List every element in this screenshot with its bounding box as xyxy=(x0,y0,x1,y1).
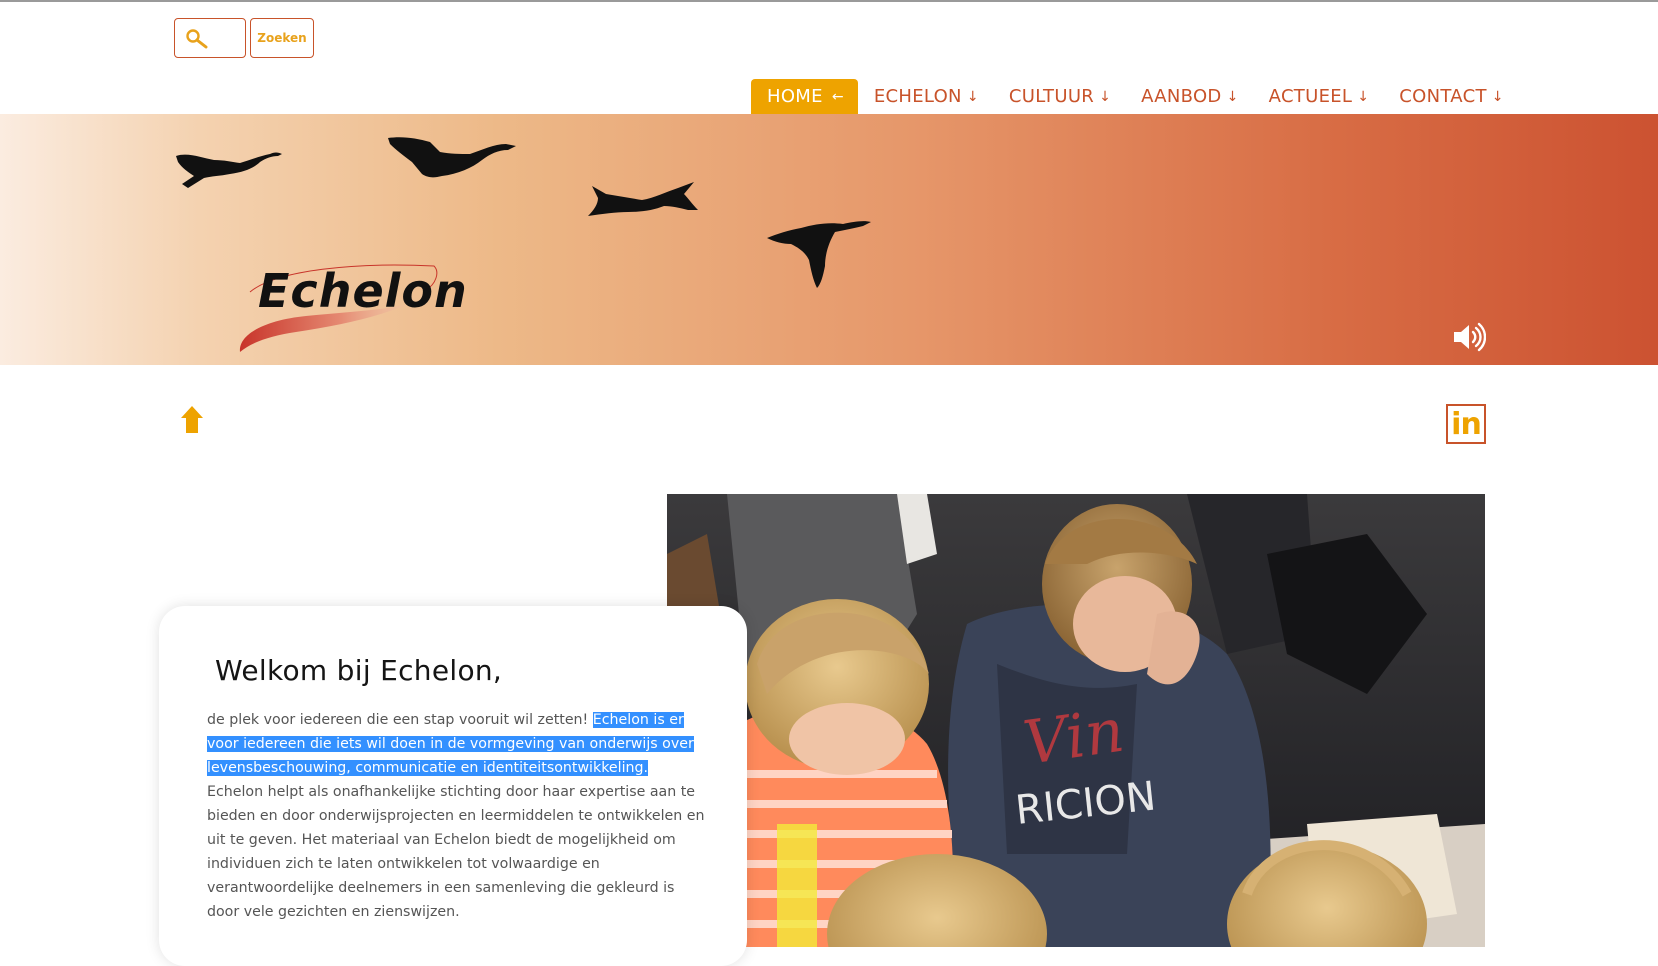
home-icon[interactable] xyxy=(180,405,204,435)
welcome-text-rest: Echelon helpt als onafhankelijke stichti… xyxy=(207,784,705,920)
welcome-title: Welkom bij Echelon, xyxy=(215,654,503,687)
nav-item-contact[interactable]: CONTACT ↓ xyxy=(1383,79,1518,114)
nav-item-label: AANBOD xyxy=(1141,86,1222,107)
welcome-card: Welkom bij Echelon, de plek voor iederee… xyxy=(159,606,747,966)
header-banner: Echelon xyxy=(0,114,1658,365)
arrow-down-icon: ↓ xyxy=(1226,88,1239,105)
search-icon xyxy=(186,29,208,49)
nav-item-home[interactable]: HOME ← xyxy=(751,79,858,114)
goose-icon xyxy=(176,152,282,188)
children-photo: Vin RICION xyxy=(667,494,1485,947)
nav-item-actueel[interactable]: ACTUEEL ↓ xyxy=(1253,79,1384,114)
arrow-down-icon: ↓ xyxy=(1099,88,1112,105)
nav-item-label: ECHELON xyxy=(873,86,962,107)
goose-icon xyxy=(388,137,516,178)
logo-text: Echelon xyxy=(258,264,468,318)
search-button[interactable]: Zoeken xyxy=(250,18,314,58)
linkedin-icon[interactable]: in xyxy=(1446,404,1486,444)
welcome-text: de plek voor iedereen die een stap vooru… xyxy=(207,708,707,924)
linkedin-label: in xyxy=(1451,407,1482,442)
arrow-down-icon: ↓ xyxy=(1491,88,1504,105)
main-nav: HOME ← ECHELON ↓ CULTUUR ↓ AANBOD ↓ ACTU… xyxy=(751,79,1518,114)
welcome-text-intro: de plek voor iedereen die een stap vooru… xyxy=(207,712,593,728)
arrow-left-icon: ← xyxy=(831,88,844,105)
nav-item-aanbod[interactable]: AANBOD ↓ xyxy=(1125,79,1253,114)
arrow-down-icon: ↓ xyxy=(966,88,979,105)
speaker-icon[interactable] xyxy=(1452,322,1486,352)
hero-photo: Vin RICION xyxy=(667,494,1485,947)
arrow-down-icon: ↓ xyxy=(1357,88,1370,105)
svg-text:Vin: Vin xyxy=(1019,696,1128,779)
nav-item-label: CULTUUR xyxy=(1008,86,1095,107)
nav-item-cultuur[interactable]: CULTUUR ↓ xyxy=(993,79,1125,114)
nav-item-label: ACTUEEL xyxy=(1268,86,1353,107)
echelon-logo[interactable]: Echelon xyxy=(236,260,467,356)
nav-item-echelon[interactable]: ECHELON ↓ xyxy=(858,79,993,114)
search-input[interactable] xyxy=(174,18,246,58)
goose-icon xyxy=(767,221,871,288)
nav-item-label: CONTACT xyxy=(1399,86,1487,107)
nav-item-label: HOME xyxy=(767,86,823,107)
goose-icon xyxy=(588,182,698,216)
top-border xyxy=(0,0,1658,2)
